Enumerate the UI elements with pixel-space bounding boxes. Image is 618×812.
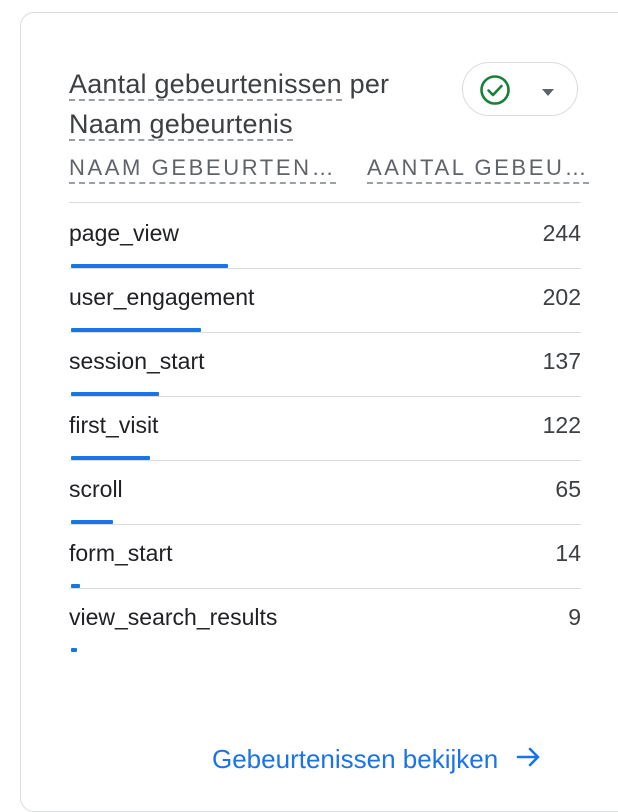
event-name: page_view <box>69 220 179 246</box>
view-events-label: Gebeurtenissen bekijken <box>212 744 499 774</box>
event-name: form_start <box>69 540 173 566</box>
table-row[interactable]: scroll 65 <box>69 460 581 524</box>
table-row[interactable]: first_visit 122 <box>69 396 581 460</box>
event-count: 9 <box>568 604 581 630</box>
data-status-button[interactable] <box>462 62 578 116</box>
event-count: 65 <box>555 476 581 502</box>
share-bar <box>71 648 77 652</box>
check-circle-icon <box>479 74 511 111</box>
column-header-event-name[interactable]: NAAM GEBEURTEN… <box>69 152 337 184</box>
event-name: first_visit <box>69 412 159 438</box>
title-metric[interactable]: Aantal gebeurtenissen <box>69 69 342 101</box>
table-row[interactable]: form_start 14 <box>69 524 581 588</box>
event-count: 244 <box>542 220 581 246</box>
view-events-link[interactable]: Gebeurtenissen bekijken <box>212 744 542 775</box>
table-row[interactable]: view_search_results 9 <box>69 588 581 652</box>
event-name: view_search_results <box>69 604 278 630</box>
event-count: 122 <box>542 412 581 438</box>
card-title: Aantal gebeurtenissen per Naam gebeurten… <box>69 64 449 144</box>
arrow-right-icon <box>516 744 542 775</box>
table-row[interactable]: user_engagement 202 <box>69 268 581 332</box>
header-divider <box>69 202 581 203</box>
event-name: session_start <box>69 348 205 374</box>
column-header-event-count[interactable]: AANTAL GEBEU… <box>367 152 590 184</box>
event-name: scroll <box>69 476 123 502</box>
table-row[interactable]: session_start 137 <box>69 332 581 396</box>
event-count: 137 <box>542 348 581 374</box>
title-dimension[interactable]: Naam gebeurtenis <box>69 109 293 141</box>
event-name: user_engagement <box>69 284 255 310</box>
chevron-down-icon <box>540 85 556 103</box>
event-count: 202 <box>542 284 581 310</box>
title-connector: per <box>341 69 390 99</box>
event-count: 14 <box>555 540 581 566</box>
table-row[interactable]: page_view 244 <box>69 204 581 268</box>
